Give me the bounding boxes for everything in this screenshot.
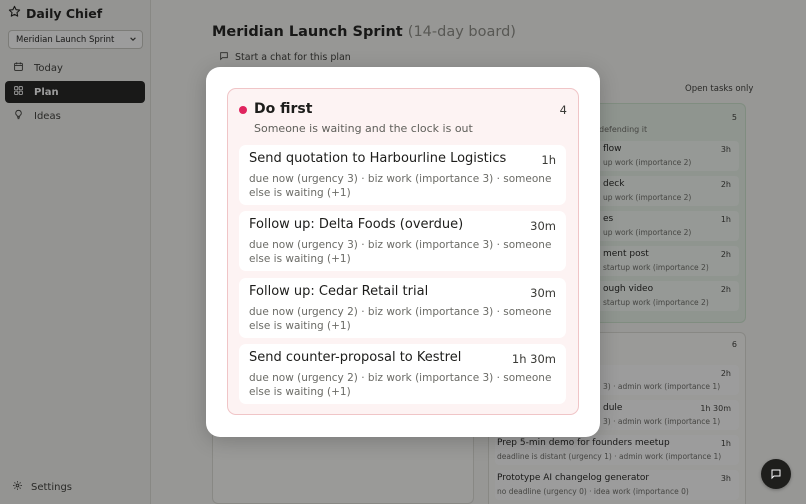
panel-subtitle: Someone is waiting and the clock is out	[254, 122, 473, 135]
task-title: Follow up: Cedar Retail trial	[249, 284, 429, 299]
task-duration: 1h 30m	[511, 352, 556, 366]
panel-title: Do first	[254, 101, 313, 117]
priority-dot	[239, 106, 247, 114]
task-duration: 1h	[541, 153, 556, 167]
task-card[interactable]: Send quotation to Harbourline Logistics …	[239, 145, 566, 205]
task-title: Follow up: Delta Foods (overdue)	[249, 217, 464, 232]
task-duration: 30m	[530, 219, 556, 233]
chat-fab-button[interactable]	[761, 459, 791, 489]
task-card[interactable]: Follow up: Cedar Retail trial 30m due no…	[239, 278, 566, 338]
task-meta: due now (urgency 2) · biz work (importan…	[249, 306, 552, 332]
task-duration: 30m	[530, 286, 556, 300]
task-title: Send counter-proposal to Kestrel	[249, 350, 462, 365]
task-card[interactable]: Send counter-proposal to Kestrel 1h 30m …	[239, 344, 566, 404]
task-meta: due now (urgency 3) · biz work (importan…	[249, 239, 552, 265]
task-meta: due now (urgency 2) · biz work (importan…	[249, 372, 552, 398]
panel-count: 4	[559, 103, 567, 117]
task-title: Send quotation to Harbourline Logistics	[249, 151, 507, 166]
task-meta: due now (urgency 3) · biz work (importan…	[249, 173, 552, 199]
chat-bubble-icon	[770, 465, 782, 484]
task-card[interactable]: Follow up: Delta Foods (overdue) 30m due…	[239, 211, 566, 271]
quadrant-modal: Do first 4 Someone is waiting and the cl…	[206, 67, 600, 437]
do-first-panel: Do first 4 Someone is waiting and the cl…	[227, 88, 579, 415]
